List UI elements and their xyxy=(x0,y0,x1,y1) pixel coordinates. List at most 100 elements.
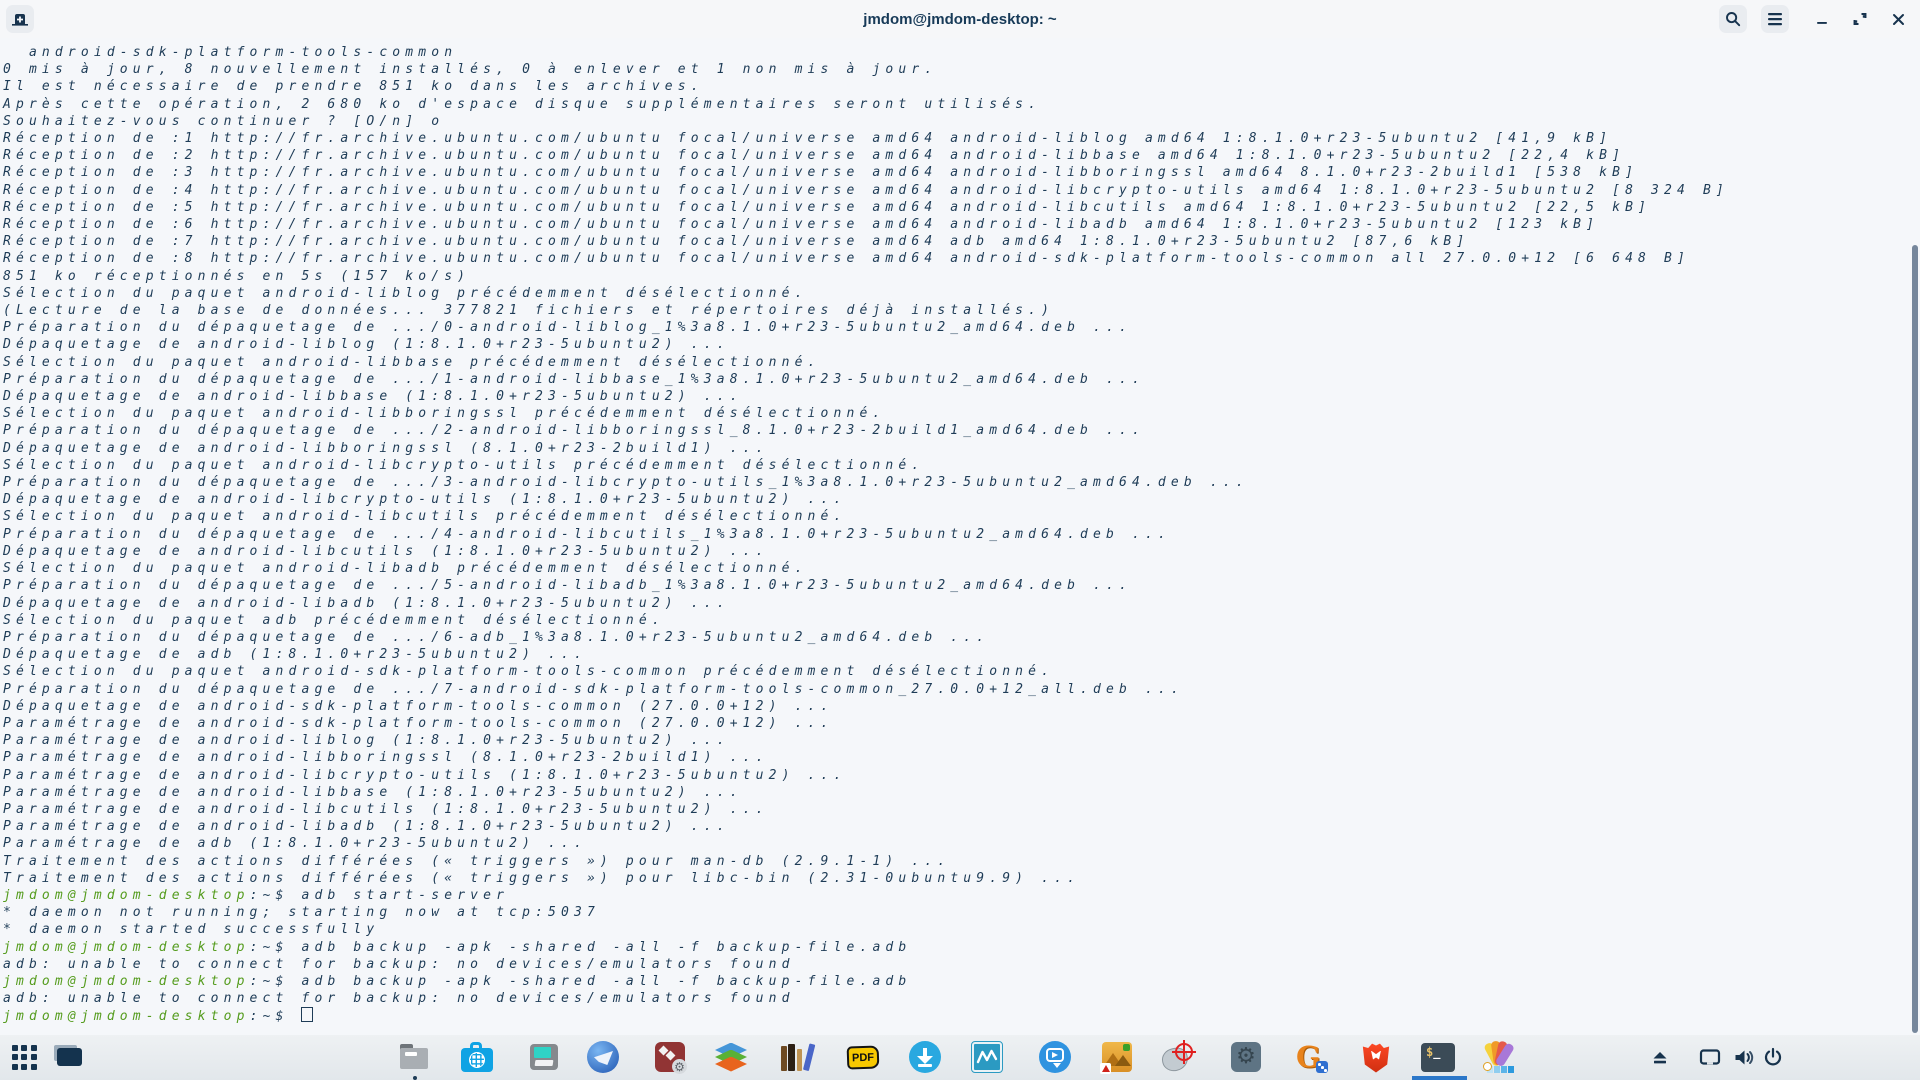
gcompris-icon: G xyxy=(1294,1040,1328,1074)
volume-button[interactable] xyxy=(1726,1040,1760,1074)
hamburger-menu-icon xyxy=(1767,12,1783,26)
terminal-output-line: Après cette opération, 2 680 ko d'espace… xyxy=(3,96,1920,113)
terminal-output-line: Sélection du paquet adb précédemment dés… xyxy=(3,612,1920,629)
taskbar-item-downloader[interactable] xyxy=(908,1040,942,1074)
active-app-indicator-terminal xyxy=(1412,1076,1467,1080)
taskbar-item-layers-app[interactable] xyxy=(714,1040,748,1074)
taskbar-item-waveform-app[interactable] xyxy=(970,1040,1004,1074)
taskbar-item-files[interactable] xyxy=(398,1040,432,1074)
terminal-output-line: Dépaquetage de android-libcrypto-utils (… xyxy=(3,491,1920,508)
terminal-output-line: Dépaquetage de adb (1:8.1.0+r23-5ubuntu2… xyxy=(3,646,1920,663)
terminal-prompt-line: jmdom@jmdom-desktop:~$ adb backup -apk -… xyxy=(3,973,1920,990)
terminal-prompt-line: jmdom@jmdom-desktop:~$ adb start-server xyxy=(3,887,1920,904)
terminal-output-line: Réception de :1 http://fr.archive.ubuntu… xyxy=(3,130,1920,147)
taskbar-item-red-utility[interactable]: ⚙ xyxy=(653,1040,687,1074)
terminal-output-line: Sélection du paquet android-libcrypto-ut… xyxy=(3,457,1920,474)
software-store-icon xyxy=(461,1042,493,1072)
taskbar-item-brave[interactable] xyxy=(1359,1040,1393,1074)
terminal-output-line: Paramétrage de adb (1:8.1.0+r23-5ubuntu2… xyxy=(3,835,1920,852)
terminal-output-line: Réception de :3 http://fr.archive.ubuntu… xyxy=(3,164,1920,181)
terminal-prompt-line: jmdom@jmdom-desktop:~$ adb backup -apk -… xyxy=(3,939,1920,956)
taskbar-item-screen-recorder[interactable] xyxy=(1038,1040,1072,1074)
scanner-icon xyxy=(530,1044,558,1070)
taskbar-item-thunderbird[interactable] xyxy=(586,1040,620,1074)
terminal-output-line: Préparation du dépaquetage de .../4-andr… xyxy=(3,526,1920,543)
volume-icon xyxy=(1733,1048,1754,1067)
terminal-output-line: Sélection du paquet android-sdk-platform… xyxy=(3,663,1920,680)
search-button[interactable] xyxy=(1719,5,1747,33)
terminal-app-icon: $_ xyxy=(1421,1043,1455,1072)
taskbar-item-calibre[interactable] xyxy=(778,1040,812,1074)
pdf-image-viewer-icon xyxy=(1102,1042,1132,1072)
terminal-output-line: Sélection du paquet android-liblog précé… xyxy=(3,285,1920,302)
terminal-output-line: Préparation du dépaquetage de .../3-andr… xyxy=(3,474,1920,491)
terminal-output-line: Dépaquetage de android-sdk-platform-tool… xyxy=(3,698,1920,715)
thunderbird-icon xyxy=(587,1041,619,1073)
terminal-output-line: Réception de :8 http://fr.archive.ubuntu… xyxy=(3,250,1920,267)
terminal-output-line: adb: unable to connect for backup: no de… xyxy=(3,956,1920,973)
download-arrow-icon xyxy=(909,1041,941,1073)
terminal-output-line: Préparation du dépaquetage de .../1-andr… xyxy=(3,371,1920,388)
terminal-output-line: Sélection du paquet android-libadb précé… xyxy=(3,560,1920,577)
taskbar-item-pdf-reader[interactable]: PDF xyxy=(846,1040,880,1074)
terminal-output-line: Paramétrage de android-libbase (1:8.1.0+… xyxy=(3,784,1920,801)
terminal-output[interactable]: android-sdk-platform-tools-common0 mis à… xyxy=(0,38,1920,1035)
window-list-icon xyxy=(57,1048,82,1066)
eject-icon xyxy=(1651,1049,1669,1066)
terminal-output-line: 851 ko réceptionnés en 5s (157 ko/s) xyxy=(3,268,1920,285)
terminal-output-line: Dépaquetage de android-libboringssl (8.1… xyxy=(3,440,1920,457)
gear-icon: ⚙ xyxy=(672,1059,687,1074)
restore-button[interactable] xyxy=(1846,5,1874,33)
taskbar-item-pdf-image-viewer[interactable] xyxy=(1100,1040,1134,1074)
terminal-output-line: Préparation du dépaquetage de .../7-andr… xyxy=(3,681,1920,698)
close-button[interactable] xyxy=(1884,5,1912,33)
terminal-output-line: Paramétrage de android-liblog (1:8.1.0+r… xyxy=(3,732,1920,749)
terminal-output-line: Réception de :5 http://fr.archive.ubuntu… xyxy=(3,199,1920,216)
window-list-button[interactable] xyxy=(52,1040,86,1074)
display-settings-button[interactable] xyxy=(1693,1040,1727,1074)
terminal-output-line: Préparation du dépaquetage de .../5-andr… xyxy=(3,577,1920,594)
app-grid-menu-button[interactable] xyxy=(7,1040,41,1074)
terminal-output-line: * daemon not running; starting now at tc… xyxy=(3,904,1920,921)
file-manager-icon xyxy=(400,1044,430,1070)
search-icon xyxy=(1724,10,1742,28)
taskbar-item-gcompris[interactable]: G xyxy=(1294,1040,1328,1074)
taskbar-item-terminal[interactable]: $_ xyxy=(1421,1040,1455,1074)
red-utility-app-icon: ⚙ xyxy=(655,1042,685,1072)
taskbar-item-color-picker[interactable] xyxy=(1481,1040,1515,1074)
eject-button[interactable] xyxy=(1643,1040,1677,1074)
terminal-output-line: Dépaquetage de android-libbase (1:8.1.0+… xyxy=(3,388,1920,405)
power-icon xyxy=(1763,1047,1783,1067)
terminal-output-line: Dépaquetage de android-liblog (1:8.1.0+r… xyxy=(3,336,1920,353)
terminal-output-line: Il est nécessaire de prendre 851 ko dans… xyxy=(3,78,1920,95)
taskbar-item-software-store[interactable] xyxy=(460,1040,494,1074)
terminal-output-line: Réception de :6 http://fr.archive.ubuntu… xyxy=(3,216,1920,233)
calibre-books-icon xyxy=(781,1044,810,1071)
terminal-output-line: Traitement des actions différées (« trig… xyxy=(3,870,1920,887)
restore-icon xyxy=(1851,10,1869,28)
terminal-output-line: adb: unable to connect for backup: no de… xyxy=(3,990,1920,1007)
minimize-button[interactable] xyxy=(1808,5,1836,33)
power-button[interactable] xyxy=(1756,1040,1790,1074)
brave-browser-icon xyxy=(1362,1042,1390,1073)
taskbar: ⚙ PDF xyxy=(0,1035,1920,1080)
taskbar-item-settings[interactable]: ⚙ xyxy=(1229,1040,1263,1074)
taskbar-item-scanner[interactable] xyxy=(527,1040,561,1074)
terminal-output-line: Paramétrage de android-libboringssl (8.1… xyxy=(3,749,1920,766)
terminal-output-line: Souhaitez-vous continuer ? [O/n] o xyxy=(3,113,1920,130)
taskbar-item-screenshot-tool[interactable] xyxy=(1161,1040,1195,1074)
display-icon xyxy=(1699,1048,1721,1066)
terminal-output-line: Sélection du paquet android-libbase préc… xyxy=(3,354,1920,371)
terminal-output-line: Préparation du dépaquetage de .../6-adb_… xyxy=(3,629,1920,646)
terminal-output-line: Sélection du paquet android-libcutils pr… xyxy=(3,508,1920,525)
waveform-app-icon xyxy=(972,1042,1002,1072)
terminal-output-line: * daemon started successfully xyxy=(3,921,1920,938)
terminal-output-line: (Lecture de la base de données... 377821… xyxy=(3,302,1920,319)
terminal-output-line: Réception de :2 http://fr.archive.ubuntu… xyxy=(3,147,1920,164)
terminal-scrollbar[interactable] xyxy=(1912,245,1918,1033)
terminal-output-line: Préparation du dépaquetage de .../0-andr… xyxy=(3,319,1920,336)
dice-icon xyxy=(1316,1061,1328,1073)
terminal-titlebar: jmdom@jmdom-desktop: ~ xyxy=(0,0,1920,39)
menu-button[interactable] xyxy=(1761,5,1789,33)
terminal-prompt-line: jmdom@jmdom-desktop:~$ xyxy=(3,1007,1920,1025)
